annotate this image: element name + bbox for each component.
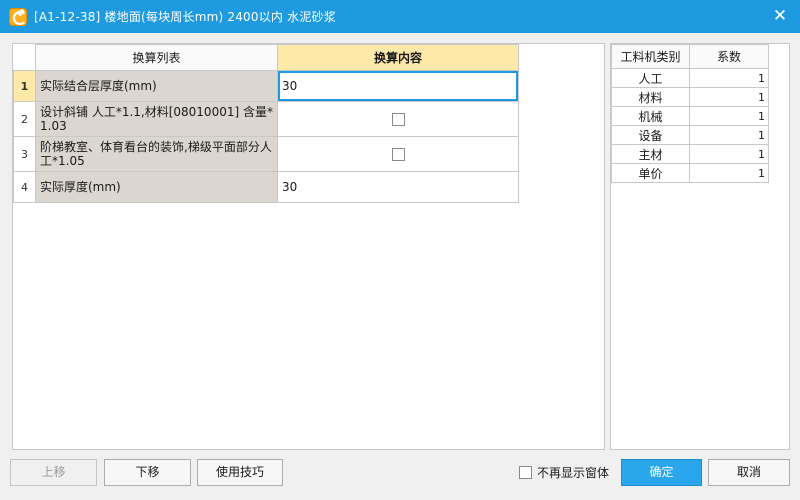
- conversion-label: 设计斜铺 人工*1.1,材料[08010001] 含量*1.03: [35, 101, 278, 137]
- tips-button[interactable]: 使用技巧: [197, 459, 283, 486]
- table-corner: [13, 44, 36, 71]
- factor-cell[interactable]: 1: [689, 163, 769, 183]
- factor-cell[interactable]: 1: [689, 106, 769, 126]
- coefficient-row: 机械 1: [611, 106, 769, 126]
- move-down-button[interactable]: 下移: [104, 459, 191, 486]
- table-row: 3 阶梯教室、体育看台的装饰,梯级平面部分人工*1.05: [13, 136, 519, 172]
- factor-cell[interactable]: 1: [689, 87, 769, 107]
- conversion-panel: 换算列表 换算内容 1 实际结合层厚度(mm) 30 2 设计斜铺 人工*1.1,材料[…: [12, 43, 605, 450]
- dont-show-again-checkbox[interactable]: [519, 465, 532, 479]
- conversion-label: 实际厚度(mm): [35, 171, 278, 203]
- row-number[interactable]: 3: [13, 136, 36, 172]
- dont-show-again-label: 不再显示窗体: [537, 465, 610, 480]
- table-row: 1 实际结合层厚度(mm) 30: [13, 70, 519, 102]
- conversion-value-input[interactable]: 30: [277, 70, 519, 102]
- dont-show-again-option[interactable]: 不再显示窗体: [519, 464, 609, 480]
- app-logo-icon: [9, 8, 27, 26]
- coefficient-panel: 工料机类别 系数 人工 1 材料 1 机械 1 设备 1 主材 1 单价 1: [610, 43, 790, 450]
- row-number[interactable]: 4: [13, 171, 36, 203]
- table-row: 4 实际厚度(mm) 30: [13, 171, 519, 203]
- coefficient-row: 设备 1: [611, 125, 769, 145]
- move-up-button[interactable]: 上移: [10, 459, 97, 486]
- conversion-label: 实际结合层厚度(mm): [35, 70, 278, 102]
- category-cell: 设备: [611, 125, 690, 145]
- category-cell: 单价: [611, 163, 690, 183]
- column-header-list[interactable]: 换算列表: [35, 44, 278, 71]
- column-header-factor: 系数: [689, 44, 769, 69]
- coefficient-row: 主材 1: [611, 144, 769, 164]
- category-cell: 主材: [611, 144, 690, 164]
- conversion-value-input[interactable]: 30: [277, 171, 519, 203]
- category-cell: 机械: [611, 106, 690, 126]
- close-icon[interactable]: ✕: [768, 4, 792, 28]
- coefficient-table: 工料机类别 系数 人工 1 材料 1 机械 1 设备 1 主材 1 单价 1: [611, 44, 769, 183]
- conversion-checkbox[interactable]: [391, 113, 405, 126]
- factor-cell[interactable]: 1: [689, 125, 769, 145]
- coefficient-row: 单价 1: [611, 163, 769, 183]
- category-cell: 人工: [611, 68, 690, 88]
- row-number[interactable]: 1: [13, 70, 36, 102]
- row-number[interactable]: 2: [13, 101, 36, 137]
- conversion-checkbox[interactable]: [391, 148, 405, 161]
- coefficient-row: 人工 1: [611, 68, 769, 88]
- cancel-button[interactable]: 取消: [708, 459, 790, 486]
- title-bar: [A1-12-38] 楼地面(每块周长mm) 2400以内 水泥砂浆 ✕: [0, 0, 800, 33]
- factor-cell[interactable]: 1: [689, 68, 769, 88]
- column-header-category: 工料机类别: [611, 44, 690, 69]
- category-cell: 材料: [611, 87, 690, 107]
- ok-button[interactable]: 确定: [621, 459, 702, 486]
- conversion-value-cell: [277, 136, 519, 172]
- conversion-table: 换算列表 换算内容 1 实际结合层厚度(mm) 30 2 设计斜铺 人工*1.1,材料[…: [13, 44, 519, 203]
- coefficient-row: 材料 1: [611, 87, 769, 107]
- conversion-label: 阶梯教室、体育看台的装饰,梯级平面部分人工*1.05: [35, 136, 278, 172]
- conversion-value-cell: [277, 101, 519, 137]
- table-row: 2 设计斜铺 人工*1.1,材料[08010001] 含量*1.03: [13, 101, 519, 137]
- column-header-content[interactable]: 换算内容: [277, 44, 519, 71]
- factor-cell[interactable]: 1: [689, 144, 769, 164]
- window-title: [A1-12-38] 楼地面(每块周长mm) 2400以内 水泥砂浆: [34, 10, 336, 24]
